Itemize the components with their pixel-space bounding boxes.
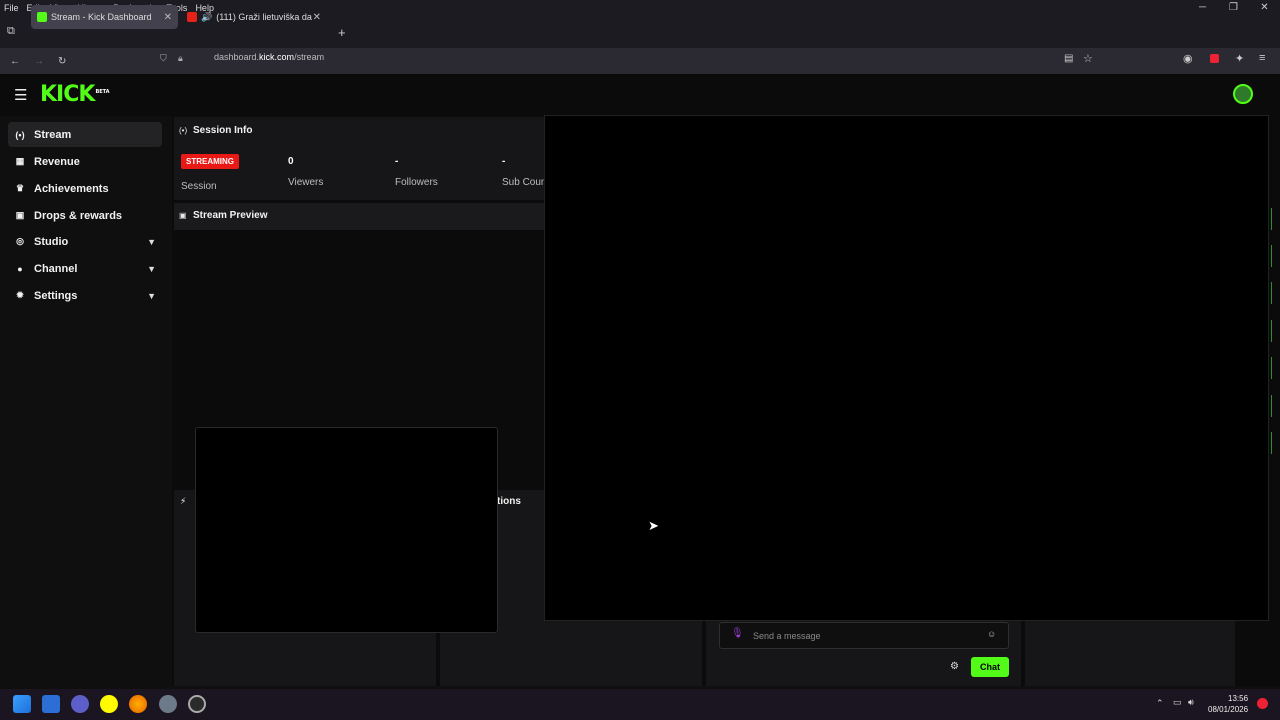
restore-icon[interactable]: ❐ bbox=[1218, 0, 1249, 15]
minimize-icon[interactable]: ─ bbox=[1187, 0, 1218, 15]
sidebar-item-label: Studio bbox=[34, 235, 69, 248]
app-header bbox=[0, 74, 1280, 116]
sidebar-item-channel[interactable]: ● Channel ▼ bbox=[8, 256, 162, 281]
kick-favicon-icon bbox=[37, 12, 47, 22]
session-label: Session bbox=[181, 181, 217, 192]
sidebar-item-achievements[interactable]: ♛ Achievements bbox=[8, 176, 162, 201]
broadcast-icon: (•) bbox=[15, 129, 25, 140]
app-menu-icon[interactable]: ≡ bbox=[1259, 52, 1265, 64]
status-badge: STREAMING bbox=[181, 154, 239, 169]
url-path: /stream bbox=[294, 52, 325, 62]
close-tab-icon[interactable]: ✕ bbox=[164, 12, 172, 23]
chat-message-input[interactable]: Send a message bbox=[719, 622, 1009, 649]
gear-icon: ✹ bbox=[16, 290, 24, 300]
settings-app-icon[interactable] bbox=[159, 695, 177, 713]
chevron-down-icon: ▼ bbox=[147, 236, 156, 247]
extensions-puzzle-icon[interactable]: ✦ bbox=[1235, 52, 1244, 65]
snapchat-icon[interactable] bbox=[100, 695, 118, 713]
microphone-icon[interactable]: 🎙︎ bbox=[731, 628, 744, 639]
sub-count-label: Sub Coun bbox=[502, 177, 547, 188]
url-bar[interactable]: dashboard.kick.com/stream bbox=[214, 52, 324, 62]
lock-icon[interactable]: 🔒︎ bbox=[178, 53, 183, 64]
menu-file[interactable]: File bbox=[4, 3, 19, 13]
sidebar-item-drops[interactable]: ▣ Drops & rewards bbox=[8, 203, 162, 228]
file-explorer-icon[interactable] bbox=[42, 695, 60, 713]
network-icon[interactable]: ▭ bbox=[1173, 697, 1182, 708]
clock-date: 08/01/2026 bbox=[1208, 705, 1249, 714]
new-tab-icon[interactable]: + bbox=[338, 25, 346, 40]
extension-icon[interactable] bbox=[1210, 54, 1219, 63]
sidebar-item-label: Achievements bbox=[34, 182, 109, 195]
emoji-icon[interactable]: ☺ bbox=[987, 629, 996, 639]
user-icon: ● bbox=[17, 263, 23, 274]
tab-title: Stream - Kick Dashboard bbox=[51, 12, 152, 22]
sidebar-item-settings[interactable]: ✹ Settings ▼ bbox=[8, 283, 162, 308]
chat-placeholder: Send a message bbox=[753, 630, 821, 641]
windows-start-icon[interactable] bbox=[13, 695, 31, 713]
sidebar-item-label: Drops & rewards bbox=[34, 209, 123, 222]
viewers-label: Viewers bbox=[288, 177, 324, 188]
forward-icon[interactable]: → bbox=[34, 56, 44, 67]
followers-value: - bbox=[395, 156, 399, 167]
chevron-down-icon: ▼ bbox=[147, 290, 156, 301]
chat-settings-gear-icon[interactable]: ⚙ bbox=[950, 661, 959, 672]
tab-youtube[interactable]: 🔊 (111) Graži lietuviška daina ✕ bbox=[181, 5, 327, 29]
url-domain: kick.com bbox=[259, 52, 295, 62]
teams-icon[interactable] bbox=[71, 695, 89, 713]
sidebar-item-revenue[interactable]: ▦ Revenue bbox=[8, 149, 162, 174]
bookmark-star-icon[interactable]: ☆ bbox=[1083, 52, 1093, 65]
sub-count-value: - bbox=[502, 156, 506, 167]
lightning-icon: ⚡︎ bbox=[180, 496, 187, 506]
firefox-icon[interactable] bbox=[129, 695, 147, 713]
close-window-icon[interactable]: ✕ bbox=[1249, 0, 1280, 15]
sidebar-item-label: Revenue bbox=[34, 155, 80, 168]
sidebar-item-label: Settings bbox=[34, 289, 78, 302]
followers-label: Followers bbox=[395, 177, 438, 188]
sidebar-item-label: Stream bbox=[34, 128, 72, 141]
volume-icon[interactable]: 🔊︎ bbox=[1188, 697, 1194, 708]
kick-logo[interactable]: KICKBETA bbox=[40, 82, 110, 107]
panel-title-partial: tions bbox=[497, 496, 521, 507]
gift-icon: ▣ bbox=[15, 210, 25, 220]
sidebar-item-label: Channel bbox=[34, 262, 78, 275]
notification-icon[interactable] bbox=[1257, 698, 1268, 709]
session-info-title: Session Info bbox=[193, 125, 253, 136]
trophy-icon: ♛ bbox=[15, 183, 25, 193]
reader-view-icon[interactable]: ▤ bbox=[1064, 53, 1073, 64]
url-prefix: dashboard. bbox=[214, 52, 260, 62]
clock-time: 13:56 bbox=[1228, 694, 1249, 703]
broadcast-icon: (•) bbox=[179, 126, 188, 135]
speaker-icon[interactable]: 🔊 bbox=[201, 12, 212, 23]
mouse-cursor-icon: ➤ bbox=[648, 518, 659, 533]
video-overlay-window[interactable] bbox=[544, 115, 1269, 621]
camera-icon: ◎ bbox=[16, 236, 24, 246]
hamburger-menu-icon[interactable]: ☰ bbox=[14, 86, 27, 104]
obs-icon[interactable] bbox=[188, 695, 206, 713]
beta-tag: BETA bbox=[95, 88, 110, 95]
close-tab-icon[interactable]: ✕ bbox=[313, 12, 321, 23]
shield-icon[interactable]: ⛉ bbox=[160, 53, 167, 64]
account-icon[interactable]: ◉ bbox=[1183, 52, 1193, 65]
sidebar-item-studio[interactable]: ◎ Studio ▼ bbox=[8, 229, 162, 254]
system-clock[interactable]: 13:56 08/01/2026 bbox=[1208, 693, 1248, 715]
youtube-favicon-icon bbox=[187, 12, 197, 22]
tray-chevron-up-icon[interactable]: ⌃ bbox=[1156, 698, 1164, 709]
viewers-value: 0 bbox=[288, 156, 294, 167]
stream-preview-title: Stream Preview bbox=[193, 210, 268, 221]
sidebar bbox=[0, 116, 172, 686]
chart-icon: ▦ bbox=[15, 156, 25, 166]
preview-popup-window[interactable] bbox=[195, 427, 498, 633]
chevron-down-icon: ▼ bbox=[147, 263, 156, 274]
tab-list-icon[interactable]: ⧉ bbox=[7, 25, 15, 38]
chat-send-button[interactable]: Chat bbox=[971, 657, 1009, 677]
avatar[interactable] bbox=[1233, 84, 1253, 104]
back-icon[interactable]: ← bbox=[10, 56, 20, 67]
logo-text: KICK bbox=[40, 82, 95, 107]
tab-title: (111) Graži lietuviška daina bbox=[216, 12, 312, 22]
sidebar-item-stream[interactable]: (•) Stream bbox=[8, 122, 162, 147]
preview-icon: ▣ bbox=[179, 211, 187, 220]
window-controls: ─ ❐ ✕ bbox=[1187, 0, 1280, 15]
reload-icon[interactable]: ↻ bbox=[58, 56, 66, 67]
tab-kick-dashboard[interactable]: Stream - Kick Dashboard ✕ bbox=[31, 5, 178, 29]
